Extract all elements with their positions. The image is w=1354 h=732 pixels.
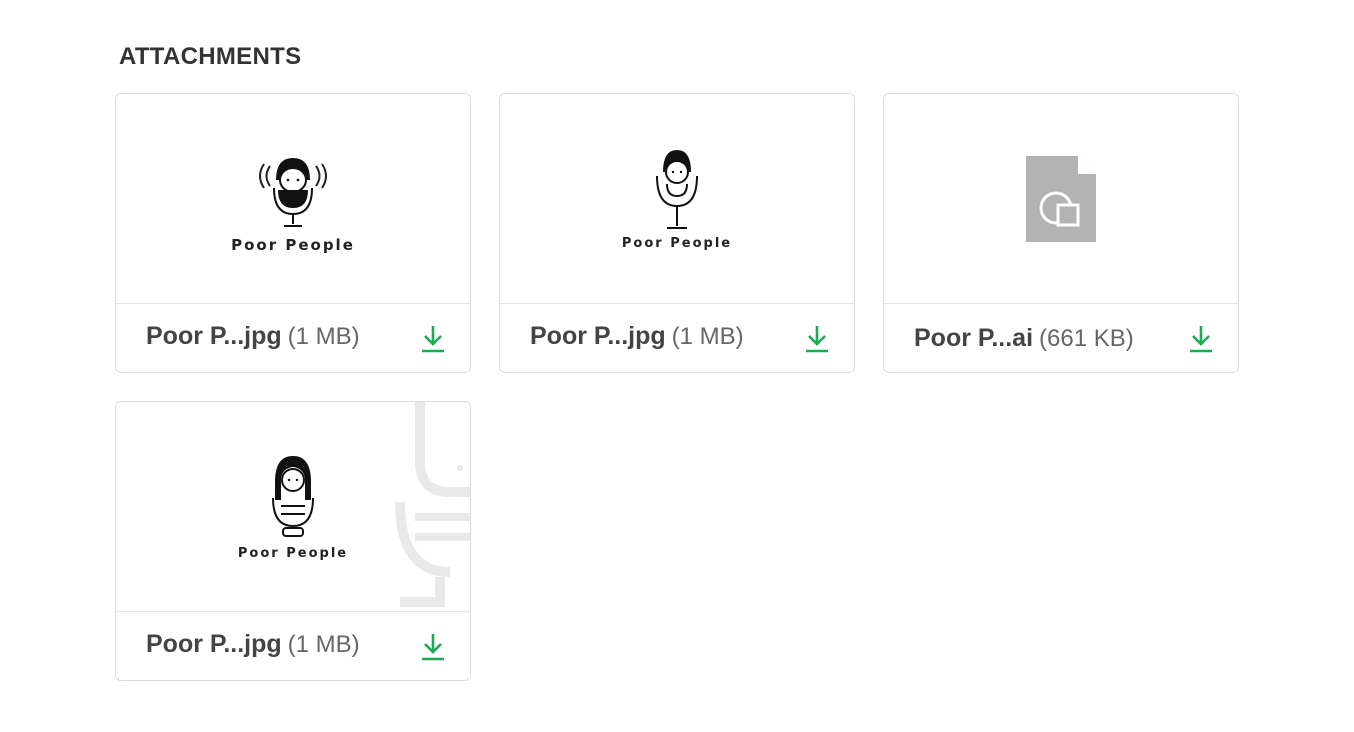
attachment-card[interactable]: Poor People Poor P...jpg (1 MB) bbox=[499, 93, 855, 373]
attachment-filename[interactable]: Poor P...jpg (1 MB) bbox=[146, 322, 360, 351]
podcast-mic-girl-icon bbox=[259, 157, 327, 227]
attachment-thumbnail[interactable]: Poor People bbox=[116, 94, 470, 303]
attachment-name[interactable]: Poor P...jpg bbox=[146, 630, 282, 658]
attachment-thumbnail[interactable] bbox=[884, 94, 1238, 303]
download-arrow-icon[interactable] bbox=[420, 632, 446, 662]
poor-people-logo: Poor People bbox=[622, 146, 732, 251]
attachment-thumbnail[interactable]: Poor People bbox=[116, 402, 470, 611]
attachment-filename[interactable]: Poor P...jpg (1 MB) bbox=[530, 322, 744, 351]
attachment-card[interactable]: Poor P...ai (661 KB) bbox=[883, 93, 1239, 373]
poor-people-logo: Poor People bbox=[238, 452, 348, 561]
attachment-size: (1 MB) bbox=[287, 323, 360, 350]
attachment-name[interactable]: Poor P...jpg bbox=[530, 322, 666, 350]
shapes-file-icon bbox=[1026, 155, 1096, 242]
attachment-filename[interactable]: Poor P...ai (661 KB) bbox=[914, 324, 1134, 353]
attachment-footer: Poor P...jpg (1 MB) bbox=[116, 303, 470, 372]
attachment-footer: Poor P...jpg (1 MB) bbox=[500, 303, 854, 372]
section-title: ATTACHMENTS bbox=[119, 43, 302, 70]
logo-text: Poor People bbox=[621, 236, 733, 251]
attachment-filename[interactable]: Poor P...jpg (1 MB) bbox=[146, 630, 360, 659]
podcast-mic-girl-icon bbox=[656, 150, 698, 229]
attachment-size: (1 MB) bbox=[287, 631, 360, 658]
background-figure-watermark bbox=[395, 402, 470, 607]
download-arrow-icon[interactable] bbox=[420, 324, 446, 354]
attachment-name[interactable]: Poor P...jpg bbox=[146, 322, 282, 350]
poor-people-logo: Poor People bbox=[231, 144, 355, 254]
podcast-mic-girl-icon bbox=[272, 456, 314, 537]
attachment-card[interactable]: Poor People Poor P...jpg (1 MB) bbox=[115, 401, 471, 681]
attachment-footer: Poor P...ai (661 KB) bbox=[884, 303, 1238, 372]
attachment-name[interactable]: Poor P...ai bbox=[914, 324, 1033, 352]
attachment-size: (661 KB) bbox=[1039, 325, 1134, 352]
attachment-footer: Poor P...jpg (1 MB) bbox=[116, 611, 470, 680]
attachment-card[interactable]: Poor People Poor P...jpg (1 MB) bbox=[115, 93, 471, 373]
attachments-section: ATTACHMENTS Poor People Poor P...jpg (1 … bbox=[115, 38, 1245, 681]
logo-text: Poor People bbox=[231, 235, 355, 254]
attachment-size: (1 MB) bbox=[671, 323, 744, 350]
download-arrow-icon[interactable] bbox=[804, 324, 830, 354]
logo-text: Poor People bbox=[237, 546, 349, 561]
download-arrow-icon[interactable] bbox=[1188, 324, 1214, 354]
attachment-thumbnail[interactable]: Poor People bbox=[500, 94, 854, 303]
